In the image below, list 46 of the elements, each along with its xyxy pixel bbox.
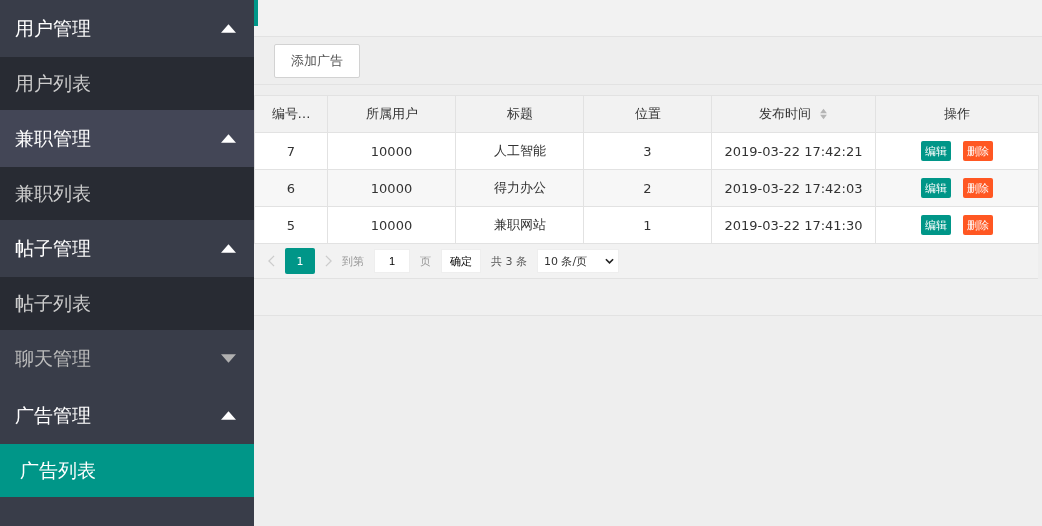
next-page-icon[interactable]	[325, 255, 332, 267]
page-button[interactable]: 1	[285, 248, 315, 274]
caret-up-icon	[221, 134, 236, 143]
table-cell: 2019-03-22 17:41:30	[711, 206, 876, 244]
table-cell: 6	[254, 169, 328, 207]
menu-group[interactable]: 兼职管理	[0, 110, 254, 167]
add-button[interactable]: 添加广告	[274, 43, 360, 78]
table-cell: 3	[583, 132, 712, 170]
menu-item[interactable]: 兼职列表	[0, 167, 254, 220]
menu-item[interactable]: 帖子列表	[0, 277, 254, 330]
page-input[interactable]: 1	[374, 249, 410, 273]
menu-item[interactable]: 广告列表	[0, 444, 254, 497]
goto-label: 到第	[342, 253, 364, 269]
table-cell: 10000	[327, 132, 456, 170]
page-unit-label: 页	[420, 253, 431, 269]
table-cell: 人工智能	[455, 132, 584, 170]
column-header: 位置	[583, 95, 712, 133]
table-cell: 兼职网站	[455, 206, 584, 244]
edit-button[interactable]: 编辑	[921, 178, 951, 198]
table-cell: 2	[583, 169, 712, 207]
table-cell: 2019-03-22 17:42:21	[711, 132, 876, 170]
table-cell: 7	[254, 132, 328, 170]
table-cell: 得力办公	[455, 169, 584, 207]
column-header: 操作	[875, 95, 1039, 133]
previous-page-icon[interactable]	[268, 255, 275, 267]
table-cell: 5	[254, 206, 328, 244]
caret-down-icon	[221, 354, 236, 363]
column-header: 所属用户	[327, 95, 456, 133]
sort-icon[interactable]	[819, 108, 828, 120]
column-header: 标题	[455, 95, 584, 133]
caret-up-icon	[221, 244, 236, 253]
table-cell: 1	[583, 206, 712, 244]
chevron-down-icon	[605, 258, 614, 264]
column-header: 编号…	[254, 95, 328, 133]
caret-up-icon	[221, 24, 236, 33]
table-cell: 2019-03-22 17:42:03	[711, 169, 876, 207]
table-cell: 10000	[327, 169, 456, 207]
page-size-select[interactable]: 10 条/页	[537, 249, 619, 273]
total-count: 共 3 条	[491, 253, 527, 269]
menu-item[interactable]: 用户列表	[0, 57, 254, 110]
caret-up-icon	[221, 411, 236, 420]
edit-button[interactable]: 编辑	[921, 141, 951, 161]
edit-button[interactable]: 编辑	[921, 215, 951, 235]
column-header[interactable]: 发布时间	[711, 95, 876, 133]
table-cell: 10000	[327, 206, 456, 244]
confirm-button[interactable]: 确定	[441, 249, 481, 273]
